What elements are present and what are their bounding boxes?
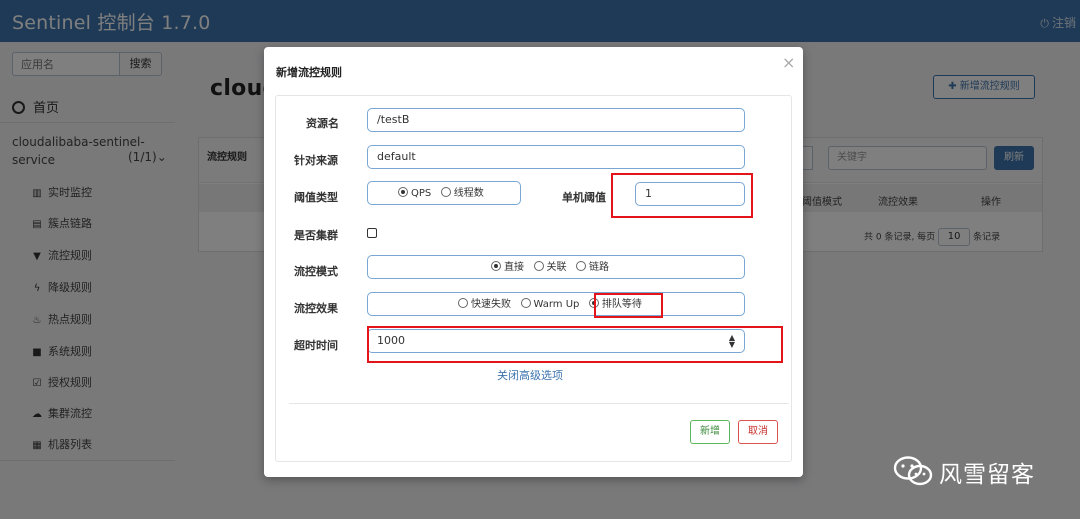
add-button[interactable]: 新增: [690, 420, 730, 444]
source-label: 针对来源: [294, 154, 338, 167]
mode-group: 直接 关联 链路: [367, 255, 745, 279]
radio-chain[interactable]: [576, 261, 586, 271]
threshold-label: 单机阈值: [562, 191, 606, 204]
option-warm-up: Warm Up: [533, 299, 580, 310]
source-input[interactable]: default: [367, 145, 745, 169]
radio-relate[interactable]: [533, 261, 544, 271]
radio-direct[interactable]: [491, 261, 501, 271]
highlight-box-threshold: [611, 173, 753, 218]
threshold-type-label: 阈值类型: [294, 191, 338, 204]
cancel-button[interactable]: 取消: [738, 420, 778, 444]
radio-fail-fast[interactable]: [458, 298, 468, 308]
highlight-box-timeout: [367, 326, 783, 363]
effect-group: 快速失败 Warm Up 排队等待: [367, 292, 745, 316]
option-chain: 链路: [589, 262, 609, 273]
radio-qps[interactable]: [398, 187, 408, 197]
highlight-box-queue: [594, 293, 663, 318]
wechat-icon: [893, 456, 933, 486]
dialog-footer-divider: [289, 403, 789, 404]
mode-label: 流控模式: [294, 265, 338, 278]
radio-warm-up[interactable]: [520, 298, 531, 308]
toggle-advanced-link[interactable]: 关闭高级选项: [497, 367, 563, 383]
option-relate: 关联: [546, 262, 567, 273]
resource-label: 资源名: [306, 117, 339, 130]
option-qps: QPS: [411, 188, 432, 199]
threshold-type-group: QPS 线程数: [367, 181, 521, 205]
dialog-title: 新增流控规则: [276, 66, 342, 79]
option-direct: 直接: [504, 262, 524, 273]
option-fail-fast: 快速失败: [471, 299, 511, 310]
cluster-checkbox[interactable]: [367, 228, 377, 238]
radio-threads[interactable]: [440, 187, 451, 197]
effect-label: 流控效果: [294, 302, 338, 315]
watermark-text: 风雪留客: [939, 462, 1035, 488]
option-threads: 线程数: [453, 188, 484, 199]
cluster-label: 是否集群: [294, 229, 338, 242]
timeout-label: 超时时间: [294, 339, 338, 352]
close-icon[interactable]: ×: [782, 53, 795, 72]
resource-input[interactable]: /testB: [367, 108, 745, 132]
